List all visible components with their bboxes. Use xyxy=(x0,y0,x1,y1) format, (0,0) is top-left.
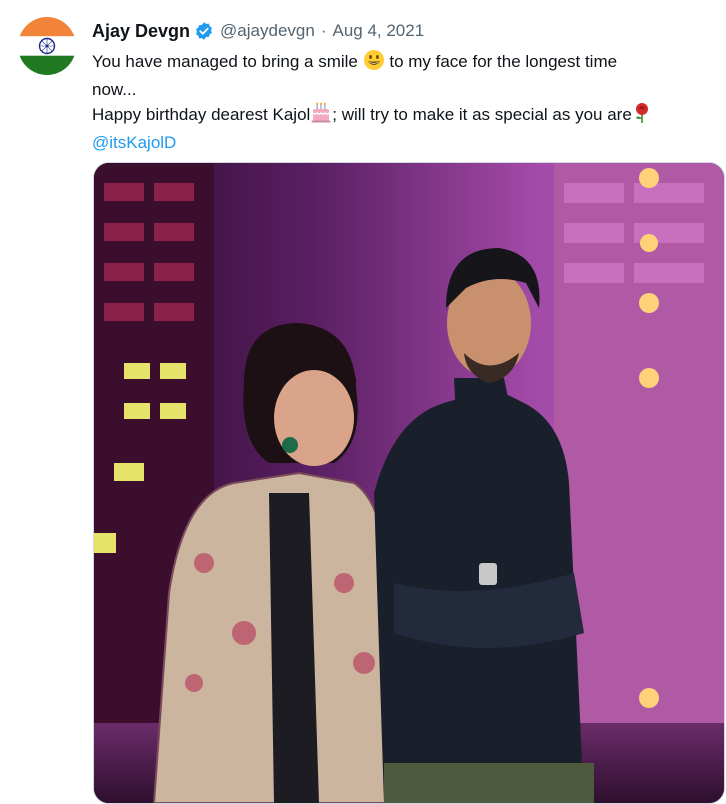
tweet-text-part: Happy birthday dearest Kajol xyxy=(92,105,311,124)
tweet-date[interactable]: Aug 4, 2021 xyxy=(332,21,424,41)
smiley-face-icon xyxy=(363,49,385,78)
tweet-header: Ajay Devgn @ajaydevgn · Aug 4, 2021 xyxy=(92,18,424,44)
tweet-text-part: to my face for the longest time xyxy=(384,52,618,71)
tweet-photo[interactable] xyxy=(93,162,725,804)
tweet-text-line-3: Happy birthday dearest Kajol ; will try t… xyxy=(92,102,717,131)
verified-badge-icon xyxy=(194,21,214,41)
mention-link-text[interactable]: @itsKajolD xyxy=(92,133,176,152)
tweet-text: You have managed to bring a smile to my … xyxy=(92,49,717,155)
tweet-text-line-1: You have managed to bring a smile to my … xyxy=(92,49,717,78)
birthday-cake-icon xyxy=(310,102,332,131)
author-handle[interactable]: @ajaydevgn xyxy=(220,21,315,41)
tweet-text-line-2: now... xyxy=(92,80,137,99)
header-separator: · xyxy=(320,21,327,40)
author-name[interactable]: Ajay Devgn xyxy=(92,21,190,42)
red-rose-icon xyxy=(632,102,652,131)
tweet-text-part: ; will try to make it as special as you … xyxy=(332,105,632,124)
tweet-text-part: You have managed to bring a smile xyxy=(92,52,358,71)
mention-link[interactable]: @itsKajolD xyxy=(92,131,717,155)
tweet-card[interactable]: Ajay Devgn @ajaydevgn · Aug 4, 2021 You … xyxy=(0,0,726,804)
author-avatar[interactable] xyxy=(18,17,76,75)
indian-flag-icon xyxy=(18,17,76,75)
stage-photo-image xyxy=(94,163,724,803)
